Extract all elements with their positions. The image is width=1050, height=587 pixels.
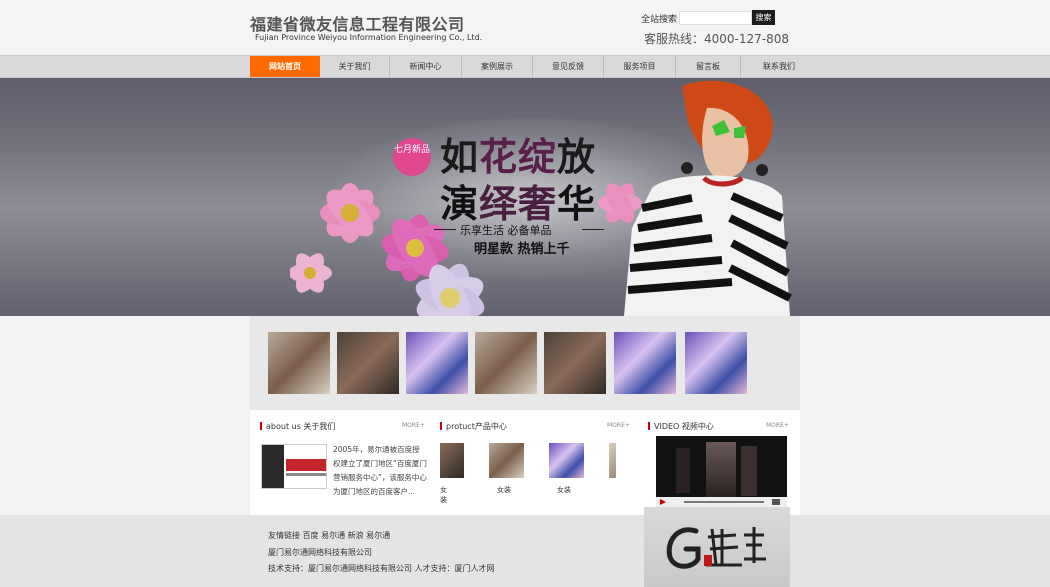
product-image-partial[interactable]: [440, 443, 464, 478]
banner-subtitle: 明星款 热销上千: [474, 242, 570, 257]
thumbnail-6[interactable]: [614, 332, 676, 394]
banner-title-line2: 演绎奢华: [440, 182, 597, 226]
thumbnail-5[interactable]: [544, 332, 606, 394]
video-controls[interactable]: [656, 497, 787, 507]
nav-item-feedback[interactable]: 意见反馈: [533, 56, 604, 77]
volume-icon[interactable]: [772, 499, 780, 505]
nav-item-services[interactable]: 服务项目: [604, 56, 676, 77]
product-label: 女装: [497, 486, 511, 494]
company-name-cn: 福建省微友信息工程有限公司: [250, 15, 465, 34]
nav-item-contact[interactable]: 联系我们: [741, 56, 817, 77]
thumbnail-1[interactable]: [268, 332, 330, 394]
banner-slogan: 乐享生活 必备单品: [460, 224, 552, 237]
brand-logo-mark: [666, 527, 766, 569]
thumbnail-4[interactable]: [475, 332, 537, 394]
divider: [434, 229, 456, 230]
about-image[interactable]: [261, 444, 327, 489]
about-text: 2005年，易尔通被百度授权建立了厦门地区“百度厦门营销服务中心”，该服务中心为…: [333, 445, 427, 496]
nav-item-cases[interactable]: 案例展示: [462, 56, 533, 77]
footer-friend-links[interactable]: 友情链接 百度 易尔通 新浪 易尔通: [268, 530, 390, 541]
nav-item-guestbook[interactable]: 留言板: [676, 56, 741, 77]
search-input[interactable]: [679, 11, 752, 25]
about-section-title: about us 关于我们: [260, 421, 335, 432]
footer: [0, 515, 1050, 587]
product-more-link[interactable]: MORE+: [607, 422, 630, 429]
product-section-title: protuct产品中心: [440, 421, 507, 432]
hotline: 客服热线：4000-127-808: [644, 32, 790, 46]
footer-support: 技术支持：厦门易尔通网络科技有限公司 人才支持：厦门人才网: [268, 564, 495, 573]
product-image-partial[interactable]: [609, 443, 616, 478]
search-button[interactable]: 搜索: [752, 10, 775, 25]
banner[interactable]: 七月新品 如花绽放 演绎奢华 乐享生活 必备单品 明星款 热销上千: [0, 78, 1050, 316]
footer-company: 厦门易尔通网络科技有限公司: [268, 548, 372, 557]
thumbnail-3[interactable]: [406, 332, 468, 394]
new-arrival-badge: 七月新品: [393, 138, 431, 176]
about-more-link[interactable]: MORE+: [402, 422, 425, 429]
thumbnail-2[interactable]: [337, 332, 399, 394]
play-icon[interactable]: [660, 499, 666, 505]
nav-item-about[interactable]: 关于我们: [320, 56, 390, 77]
product-image-2[interactable]: [549, 443, 584, 478]
product-label: 女装: [440, 486, 447, 504]
video-more-link[interactable]: MORE+: [766, 422, 789, 429]
nav-item-home[interactable]: 网站首页: [250, 56, 320, 77]
product-image-1[interactable]: [489, 443, 524, 478]
thumbnail-7[interactable]: [685, 332, 747, 394]
model-photo: [624, 80, 792, 316]
nav-item-news[interactable]: 新闻中心: [390, 56, 462, 77]
product-label: 女装: [557, 486, 571, 494]
company-name-en: Fujian Province Weiyou Information Engin…: [255, 33, 483, 42]
header: [0, 0, 1050, 55]
divider: [582, 229, 604, 230]
video-section-title: VIDEO 视频中心: [648, 421, 714, 432]
video-progress-bar[interactable]: [684, 501, 764, 503]
search-label: 全站搜索: [641, 15, 678, 25]
main-nav: 网站首页 关于我们 新闻中心 案例展示 意见反馈 服务项目 留言板 联系我们: [250, 56, 817, 77]
